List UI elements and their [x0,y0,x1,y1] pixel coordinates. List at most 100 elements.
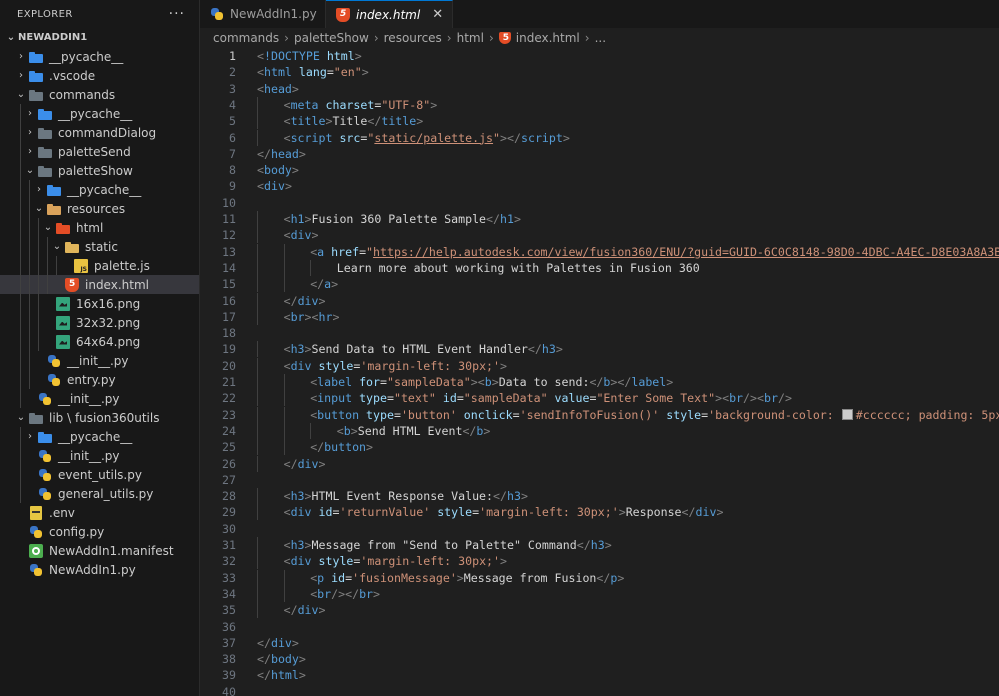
code-line[interactable]: 13 <a href="https://help.autodesk.com/vie… [200,243,999,260]
token-txt: Title [332,114,368,129]
breadcrumb-item[interactable]: paletteShow [294,31,369,45]
folder-item[interactable]: › paletteSend [0,142,199,161]
file-item[interactable]: ›NewAddIn1.manifest [0,541,199,560]
tree-item-label: general_utils.py [58,486,154,501]
code-line[interactable]: 29 <div id='returnValue' style='margin-le… [200,504,999,521]
tab-newaddin1-py[interactable]: NewAddIn1.py [200,0,326,28]
token-tag: br [359,586,374,601]
code-line[interactable]: 20 <div style='margin-left: 30px;'> [200,357,999,374]
code-line[interactable]: 26 </div> [200,455,999,472]
code-line[interactable]: 25 </button> [200,439,999,456]
file-item[interactable]: ›config.py [0,522,199,541]
code-line[interactable]: 8 <body> [200,162,999,178]
breadcrumb-item[interactable]: commands [213,31,279,45]
code-line[interactable]: 5 <title>Title</title> [200,113,999,130]
file-item[interactable]: ›index.html [0,275,199,294]
workspace-root-folder[interactable]: ⌄ NEWADDIN1 [0,28,199,47]
file-item[interactable]: ›__init__.py [0,389,199,408]
folder-item[interactable]: › __pycache__ [0,104,199,123]
code-line[interactable]: 23 <button type='button' onclick='sendInf… [200,406,999,423]
code-line[interactable]: 31 <h3>Message from "Send to Palette" Com… [200,537,999,553]
folder-item[interactable]: ⌄ paletteShow [0,161,199,180]
code-line[interactable]: 40 [200,684,999,696]
file-item[interactable]: ›event_utils.py [0,465,199,484]
file-item[interactable]: ›palette.js [0,256,199,275]
token-txt: = [512,407,520,422]
code-line[interactable]: 33 <p id='fusionMessage'>Message from Fus… [200,569,999,586]
token-t: > [617,570,625,585]
code-line[interactable]: 22 <input type="text" id="sampleData" val… [200,390,999,407]
token-tag: h3 [290,342,305,357]
file-item[interactable]: ›.env [0,503,199,522]
token-t: < [283,228,291,243]
folder-item[interactable]: › __pycache__ [0,47,199,66]
chevron-right-icon: › [28,108,32,119]
code-editor[interactable]: 1 <!DOCTYPE html> 2 <html lang="en"> 3 <head>… [200,48,999,696]
folder-item[interactable]: › __pycache__ [0,427,199,446]
indent-guide [20,104,21,123]
tab-index-html[interactable]: index.html ✕ [326,0,453,28]
more-actions-icon[interactable]: ··· [169,6,185,22]
code-line[interactable]: 19 <h3>Send Data to HTML Event Handler</h… [200,341,999,358]
file-item[interactable]: ›64x64.png [0,332,199,351]
code-line[interactable]: 17 <br><hr> [200,308,999,325]
code-line[interactable]: 15 </a> [200,276,999,293]
code-line[interactable]: 32 <div style='margin-left: 30px;'> [200,553,999,570]
code-line[interactable]: 14 Learn more about working with Palettes… [200,259,999,276]
code-line[interactable]: 12 <div> [200,227,999,244]
folder-item[interactable]: › commandDialog [0,123,199,142]
chevron-down-icon: ⌄ [16,89,26,100]
code-line[interactable]: 16 </div> [200,292,999,309]
code-line[interactable]: 34 <br/></br> [200,585,999,602]
folder-item[interactable]: ⌄ static [0,237,199,256]
file-item[interactable]: ›__init__.py [0,351,199,370]
code-line[interactable]: 1 <!DOCTYPE html> [200,48,999,64]
token-txt: Data to send: [498,375,590,389]
folder-item[interactable]: ⌄ resources [0,199,199,218]
code-line[interactable]: 6 <script src="static/palette.js"></scrip… [200,129,999,146]
folder-item[interactable]: ⌄ html [0,218,199,237]
token-t: > [304,212,312,226]
code-line[interactable]: 37 </div> [200,635,999,651]
code-line[interactable]: 24 <b>Send HTML Event</b> [200,422,999,439]
code-text: <head> [257,81,299,97]
code-line[interactable]: 38 </body> [200,651,999,667]
code-line[interactable]: 7 </head> [200,146,999,162]
file-item[interactable]: ›entry.py [0,370,199,389]
folder-item[interactable]: › __pycache__ [0,180,199,199]
breadcrumb-item[interactable]: resources [384,31,442,45]
code-line[interactable]: 39 </html> [200,667,999,683]
code-line[interactable]: 11 <h1>Fusion 360 Palette Sample</h1> [200,211,999,227]
code-line[interactable]: 10 [200,195,999,211]
code-line[interactable]: 30 [200,521,999,537]
code-line[interactable]: 35 </div> [200,602,999,619]
breadcrumb-item[interactable]: html [457,31,484,45]
folder-item[interactable]: › .vscode [0,66,199,85]
folder-item[interactable]: ⌄ lib \ fusion360utils [0,408,199,427]
file-item[interactable]: ›32x32.png [0,313,199,332]
code-line[interactable]: 36 [200,619,999,635]
file-item[interactable]: ›__init__.py [0,446,199,465]
token-t: > [350,423,358,438]
code-line[interactable]: 9 <div> [200,178,999,194]
code-line[interactable]: 27 [200,472,999,488]
color-swatch[interactable] [841,408,853,420]
code-line[interactable]: 28 <h3>HTML Event Response Value:</h3> [200,488,999,505]
token-t: > [491,375,499,389]
breadcrumb-item[interactable]: index.html [516,31,580,45]
code-line[interactable]: 18 [200,325,999,341]
code-line[interactable]: 3 <head> [200,81,999,97]
token-t: > [361,65,369,80]
code-line[interactable]: 2 <html lang="en"> [200,64,999,80]
code-line[interactable]: 4 <meta charset="UTF-8"> [200,96,999,113]
file-item[interactable]: ›16x16.png [0,294,199,313]
file-item[interactable]: ›NewAddIn1.py [0,560,199,579]
breadcrumb-item[interactable]: ... [595,31,606,45]
line-number: 39 [222,668,236,683]
close-icon[interactable]: ✕ [432,7,443,22]
chevron-right-icon: › [19,51,23,62]
folder-item[interactable]: ⌄ commands [0,85,199,104]
file-item[interactable]: ›general_utils.py [0,484,199,503]
code-line[interactable]: 21 <label for="sampleData"><b>Data to sen… [200,374,999,390]
python-file-icon [38,487,52,501]
